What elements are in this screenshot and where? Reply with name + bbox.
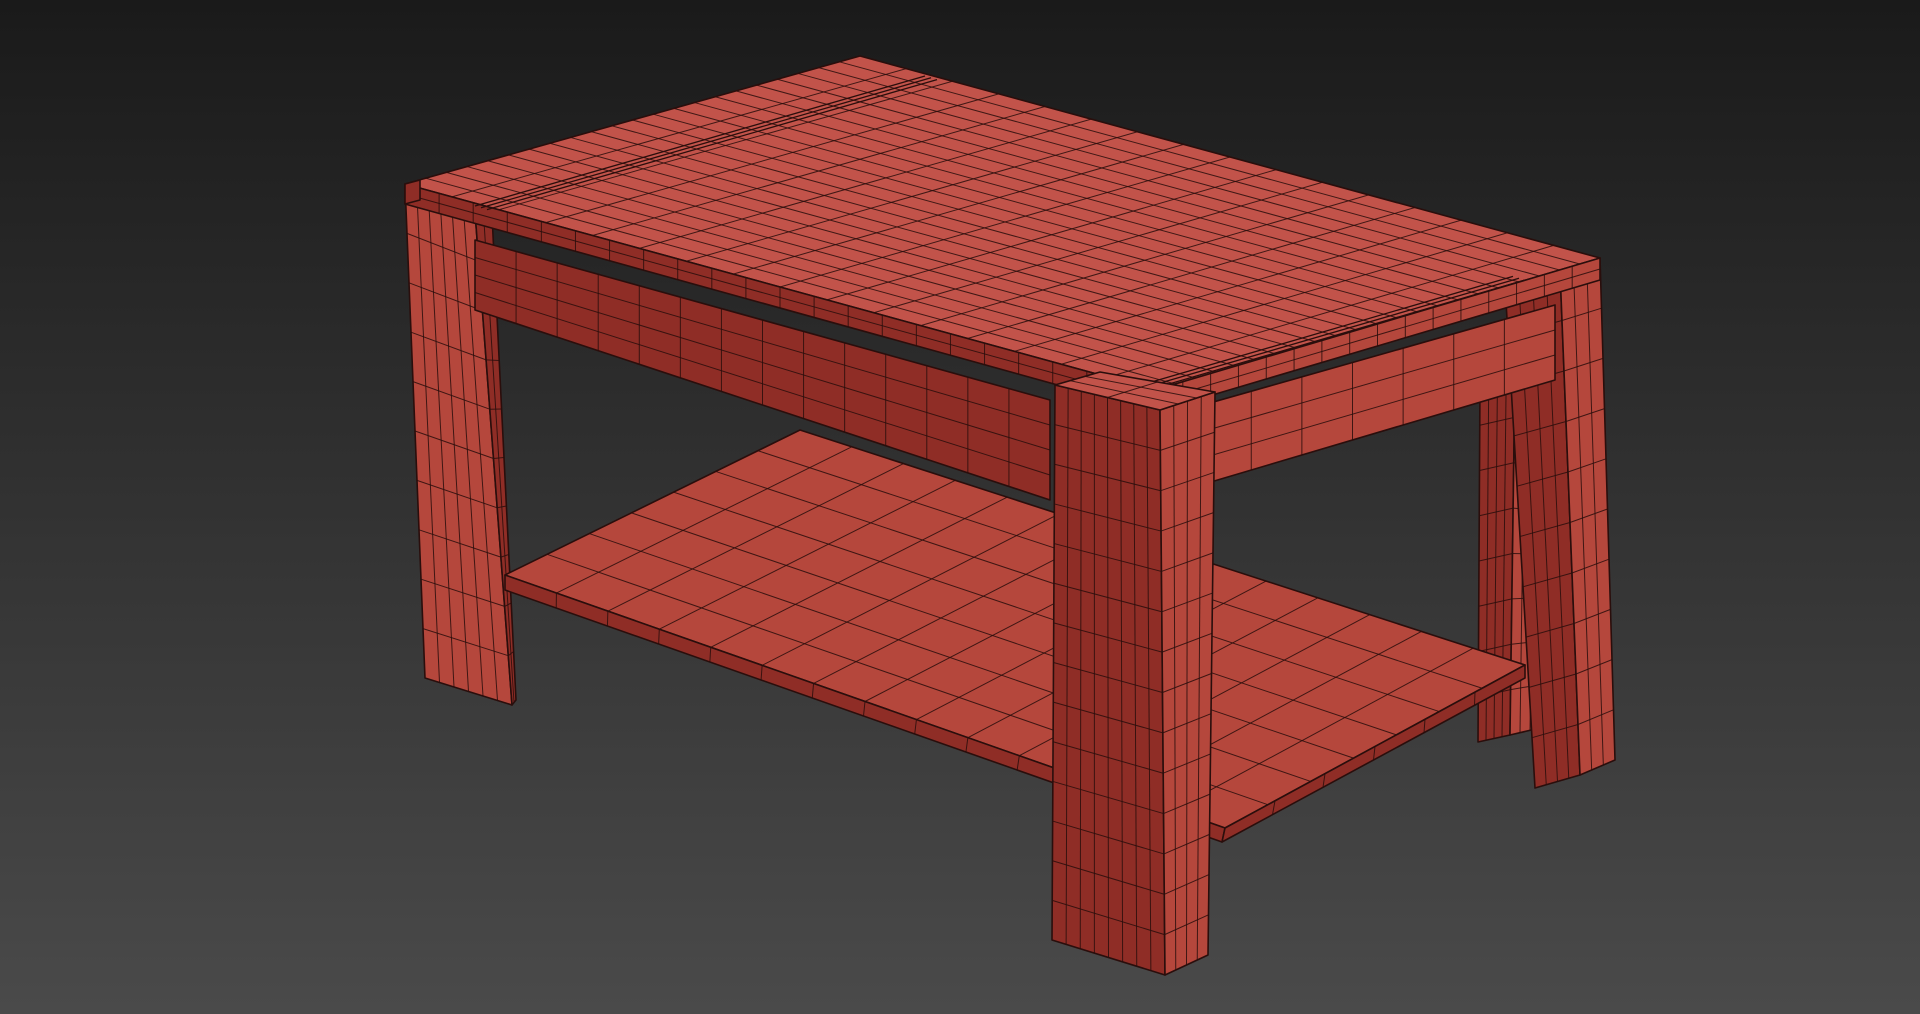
leg-front-right-face [1159,391,1216,976]
tabletop-edge-left [404,179,421,205]
3d-viewport[interactable] [0,0,1920,1014]
coffee-table-model[interactable] [0,0,1920,1014]
leg-front-left-face [1051,384,1166,976]
